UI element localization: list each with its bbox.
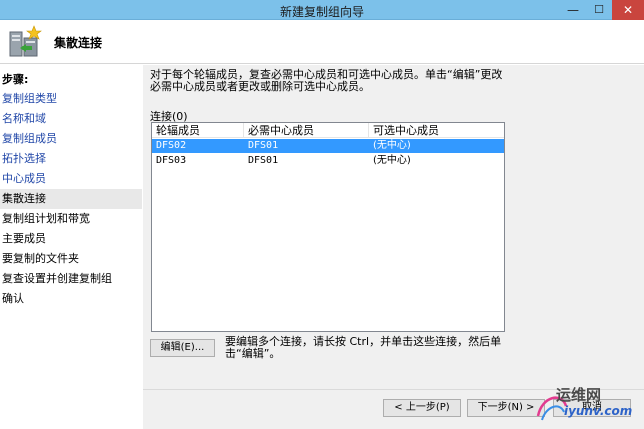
main-panel: 对于每个轮辐成员，复查必需中心成员和可选中心成员。单击“编辑”更改必需中心成员或… — [143, 65, 644, 429]
title-bar: 新建复制组向导 — ☐ ✕ — [0, 0, 644, 20]
cell-spoke-member: DFS02 — [156, 140, 187, 151]
window-title: 新建复制组向导 — [279, 5, 364, 19]
connections-list[interactable]: 轮辐成员 必需中心成员 可选中心成员 DFS02 DFS01 (无中心) DFS… — [151, 122, 505, 332]
column-header-required-hub[interactable]: 必需中心成员 — [244, 123, 369, 138]
column-header-optional-hub[interactable]: 可选中心成员 — [369, 123, 504, 138]
watermark-text-cn: 运维网 — [556, 386, 602, 404]
table-row[interactable]: DFS02 DFS01 (无中心) — [152, 139, 504, 153]
step-review-settings: 复查设置并创建复制组 — [2, 272, 112, 285]
minimize-button[interactable]: — — [560, 0, 586, 20]
step-hub-and-spoke-connections: 集散连接 — [0, 189, 142, 209]
cell-optional-hub: (无中心) — [373, 140, 411, 151]
watermark: 运维网 iyunv.com — [530, 384, 644, 429]
step-replication-members[interactable]: 复制组成员 — [0, 129, 142, 149]
cell-spoke-member: DFS03 — [156, 155, 187, 166]
close-button[interactable]: ✕ — [612, 0, 644, 20]
list-header: 轮辐成员 必需中心成员 可选中心成员 — [152, 123, 504, 138]
column-header-spoke-member[interactable]: 轮辐成员 — [152, 123, 244, 138]
cell-optional-hub: (无中心) — [373, 155, 411, 166]
maximize-button[interactable]: ☐ — [586, 0, 612, 20]
edit-button[interactable]: 编辑(E)... — [150, 339, 215, 357]
steps-heading: 步骤: — [2, 73, 29, 86]
step-replication-group-type[interactable]: 复制组类型 — [0, 89, 142, 109]
edit-hint-text: 要编辑多个连接，请长按 Ctrl，并单击这些连接，然后单击“编辑”。 — [225, 335, 502, 360]
page-title: 集散连接 — [54, 36, 103, 50]
step-primary-member: 主要成员 — [2, 232, 46, 245]
previous-button[interactable]: < 上一步(P) — [383, 399, 461, 417]
page-description: 对于每个轮辐成员，复查必需中心成员和可选中心成员。单击“编辑”更改必需中心成员或… — [150, 68, 503, 93]
cell-required-hub: DFS01 — [248, 140, 279, 151]
cell-required-hub: DFS01 — [248, 155, 279, 166]
step-schedule-and-bandwidth: 复制组计划和带宽 — [2, 212, 90, 225]
wizard-steps-sidebar: 步骤: 复制组类型 名称和域 复制组成员 拓扑选择 中心成员 集散连接 复制组计… — [0, 65, 142, 429]
step-name-and-domain[interactable]: 名称和域 — [0, 109, 142, 129]
step-confirmation: 确认 — [2, 292, 24, 305]
replication-wizard-icon — [9, 25, 42, 57]
step-hub-members[interactable]: 中心成员 — [0, 169, 142, 189]
wizard-header: 集散连接 — [0, 20, 644, 64]
step-folders-to-replicate: 要复制的文件夹 — [2, 252, 79, 265]
step-topology-selection[interactable]: 拓扑选择 — [0, 149, 142, 169]
watermark-text-domain: iyunv.com — [564, 404, 633, 418]
table-row[interactable]: DFS03 DFS01 (无中心) — [152, 154, 504, 168]
